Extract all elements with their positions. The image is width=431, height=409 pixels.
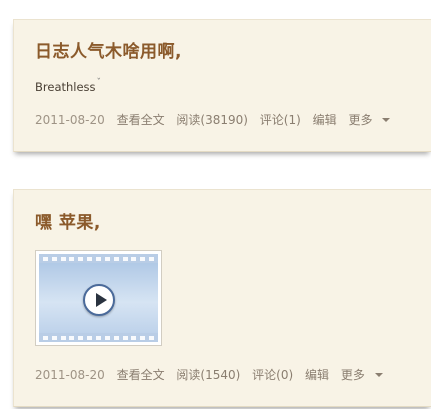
more-dropdown[interactable]: 更多 bbox=[341, 368, 383, 382]
post-date: 2011-08-20 bbox=[35, 113, 105, 127]
caret-down-icon bbox=[374, 373, 383, 377]
post-date: 2011-08-20 bbox=[35, 368, 105, 382]
post-excerpt: Breathlessˇ bbox=[35, 78, 101, 94]
film-strip-bottom bbox=[39, 333, 158, 342]
excerpt-text: Breathless bbox=[35, 80, 96, 94]
excerpt-mark: ˇ bbox=[96, 78, 102, 88]
read-count-link[interactable]: 阅读(38190) bbox=[176, 113, 248, 127]
post-meta: 2011-08-20 查看全文 阅读(1540) 评论(0) 编辑 更多 bbox=[35, 366, 383, 383]
view-full-link[interactable]: 查看全文 bbox=[117, 368, 165, 382]
edit-link[interactable]: 编辑 bbox=[305, 368, 329, 382]
video-thumbnail[interactable] bbox=[35, 250, 162, 346]
comment-link[interactable]: 评论(0) bbox=[252, 368, 293, 382]
video-play-icon[interactable] bbox=[83, 284, 115, 316]
caret-down-icon bbox=[382, 118, 391, 122]
more-dropdown[interactable]: 更多 bbox=[348, 113, 391, 127]
post-card: 嘿 苹果, 2011-08-20 查看全文 阅读(1540) 评论(0) 编辑 … bbox=[13, 189, 431, 407]
post-card: 日志人气木啥用啊, Breathlessˇ 2011-08-20 查看全文 阅读… bbox=[13, 19, 431, 152]
post-title[interactable]: 日志人气木啥用啊, bbox=[35, 37, 182, 62]
post-meta: 2011-08-20 查看全文 阅读(38190) 评论(1) 编辑 更多 bbox=[35, 111, 391, 128]
post-title[interactable]: 嘿 苹果, bbox=[35, 208, 101, 233]
film-strip-top bbox=[39, 254, 158, 263]
comment-link[interactable]: 评论(1) bbox=[260, 113, 301, 127]
video-frame bbox=[39, 254, 158, 342]
read-count-link[interactable]: 阅读(1540) bbox=[176, 368, 240, 382]
view-full-link[interactable]: 查看全文 bbox=[117, 113, 165, 127]
edit-link[interactable]: 编辑 bbox=[313, 113, 337, 127]
more-label: 更多 bbox=[340, 368, 365, 382]
more-label: 更多 bbox=[348, 113, 373, 127]
